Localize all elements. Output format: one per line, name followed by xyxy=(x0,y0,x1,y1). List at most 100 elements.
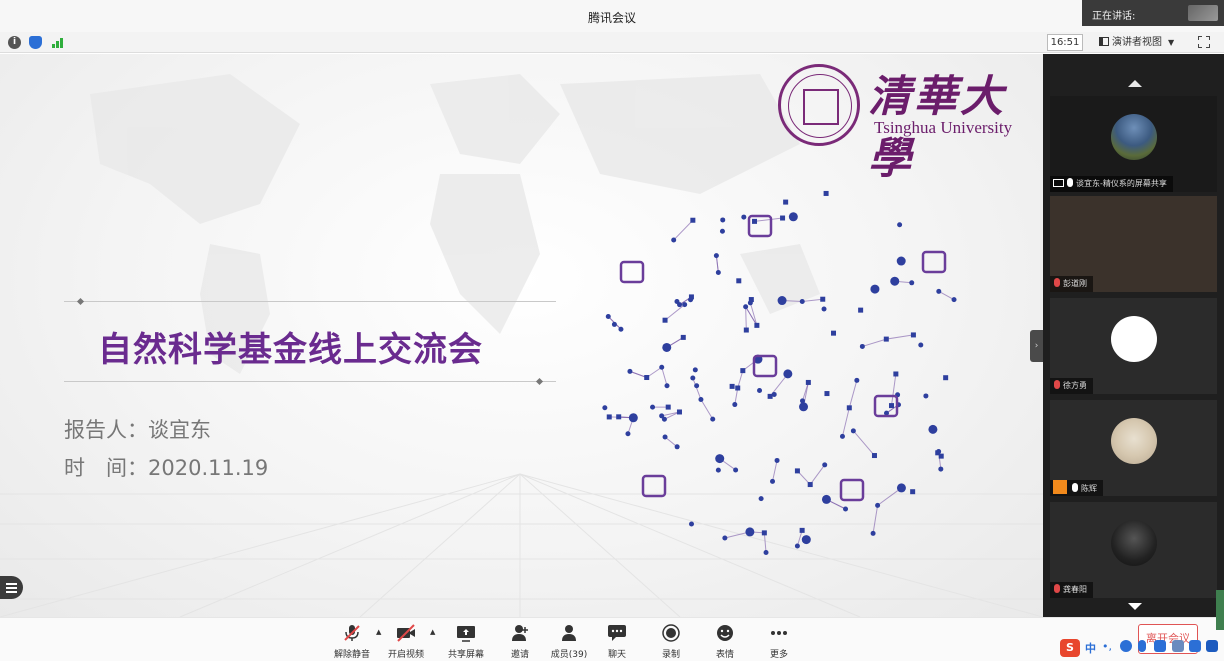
network-node xyxy=(719,228,725,234)
network-link xyxy=(692,377,702,400)
network-node xyxy=(690,375,696,381)
speaker-view-icon xyxy=(1099,37,1109,46)
screen-share-icon xyxy=(1053,179,1064,187)
network-link xyxy=(862,338,887,347)
avatar xyxy=(1111,418,1157,464)
network-node xyxy=(799,402,809,412)
security-shield-icon[interactable] xyxy=(29,36,42,49)
speaker-thumbnail xyxy=(1188,5,1218,21)
unmute-button[interactable]: 解除静音 xyxy=(326,622,378,660)
participant-tile[interactable]: 陈辉 xyxy=(1050,400,1217,496)
network-node xyxy=(605,314,611,320)
participant-tile[interactable]: 徐方勇 xyxy=(1050,298,1217,394)
chat-button[interactable]: 聊天 xyxy=(591,622,643,660)
skin-icon[interactable] xyxy=(1189,640,1201,652)
scroll-up-icon[interactable] xyxy=(1128,80,1142,87)
network-node xyxy=(729,383,735,389)
network-node xyxy=(854,377,860,383)
sogou-ime-icon[interactable]: S xyxy=(1060,639,1080,657)
network-node xyxy=(870,284,880,294)
network-node xyxy=(722,535,728,541)
network-link xyxy=(886,334,914,340)
participant-name: 徐方勇 xyxy=(1063,381,1087,390)
network-link xyxy=(772,460,778,482)
collapse-panel-button[interactable]: › xyxy=(1030,330,1043,362)
participant-label: 谈宜东-精仪系的屏幕共享 xyxy=(1050,176,1173,192)
mic-muted-icon xyxy=(1054,584,1060,593)
participant-tile[interactable]: 彭道刚 xyxy=(1050,196,1217,292)
scroll-down-icon[interactable] xyxy=(1128,603,1142,610)
network-link xyxy=(715,255,719,273)
university-name-en: Tsinghua University xyxy=(874,118,1013,137)
view-mode-selector[interactable]: 演讲者视图 ▼ xyxy=(1099,34,1174,51)
network-link xyxy=(754,217,783,222)
network-node xyxy=(758,496,764,502)
user-icon[interactable] xyxy=(1172,640,1184,652)
globe-icon xyxy=(921,250,947,274)
reactions-button[interactable]: 表情 xyxy=(699,622,751,660)
toolbox-icon[interactable] xyxy=(1206,640,1218,652)
network-node xyxy=(821,306,827,312)
network-node xyxy=(662,317,668,323)
network-node xyxy=(732,402,738,408)
members-button[interactable]: 成员(39) xyxy=(543,622,595,660)
share-screen-button[interactable]: 共享屏幕 xyxy=(440,622,492,660)
more-button[interactable]: 更多 xyxy=(753,622,805,660)
tsinghua-logo: 清華大學 Tsinghua University xyxy=(778,62,1028,184)
user-avatar-icon xyxy=(1053,480,1067,494)
network-node xyxy=(777,296,787,306)
network-node xyxy=(871,453,877,459)
network-node xyxy=(846,405,852,411)
wifi-icon xyxy=(641,474,667,498)
emoji-icon[interactable] xyxy=(1120,640,1132,652)
network-link xyxy=(673,219,694,241)
network-node xyxy=(627,368,633,374)
network-node xyxy=(823,190,829,196)
meeting-info-icon[interactable]: i xyxy=(8,36,21,49)
network-signal-icon[interactable] xyxy=(51,36,65,49)
network-node xyxy=(890,276,900,286)
network-node xyxy=(625,431,631,437)
network-node xyxy=(943,375,949,381)
network-node xyxy=(715,269,721,275)
network-node xyxy=(923,393,929,399)
network-node xyxy=(602,405,608,411)
record-button[interactable]: 录制 xyxy=(645,622,697,660)
network-node xyxy=(788,212,798,222)
participant-tile[interactable]: 龚春阳 xyxy=(1050,502,1217,598)
participant-label: 徐方勇 xyxy=(1050,378,1093,394)
network-node xyxy=(936,288,942,294)
ime-language-toggle[interactable]: 中 xyxy=(1085,640,1096,656)
network-node xyxy=(757,387,763,393)
invite-button[interactable]: 邀请 xyxy=(494,622,546,660)
punctuation-icon[interactable]: •, xyxy=(1102,640,1112,653)
participant-name: 陈辉 xyxy=(1081,484,1097,493)
fullscreen-icon[interactable] xyxy=(1198,36,1210,48)
meeting-toolbar: 解除静音 ▲ 开启视频 ▲ 共享屏幕 邀请 成员(39) 聊天 录制 表情 更多 xyxy=(0,617,1224,661)
network-node xyxy=(780,215,786,221)
network-node xyxy=(674,298,680,304)
view-mode-label: 演讲者视图 xyxy=(1112,37,1162,48)
network-node xyxy=(644,375,650,381)
start-video-label: 开启视频 xyxy=(387,650,424,660)
chevron-up-icon[interactable]: ▲ xyxy=(430,628,435,636)
network-node xyxy=(733,467,739,473)
network-link xyxy=(809,464,826,485)
network-link xyxy=(841,407,850,437)
slide-list-button[interactable] xyxy=(0,576,23,599)
start-video-button[interactable]: 开启视频 xyxy=(380,622,432,660)
invite-label: 邀请 xyxy=(510,650,529,660)
share-screen-label: 共享屏幕 xyxy=(447,650,484,660)
network-node xyxy=(918,342,924,348)
network-node xyxy=(859,343,865,349)
network-node xyxy=(692,367,698,373)
network-node xyxy=(820,296,826,302)
voice-input-icon[interactable] xyxy=(1138,640,1146,652)
keyboard-icon[interactable] xyxy=(1154,640,1166,652)
record-icon xyxy=(662,624,680,642)
network-link xyxy=(749,302,758,326)
network-node xyxy=(794,543,800,549)
network-node xyxy=(690,217,696,223)
divider-bottom xyxy=(64,381,556,382)
participant-tile[interactable]: 谈宜东-精仪系的屏幕共享 xyxy=(1050,96,1217,192)
